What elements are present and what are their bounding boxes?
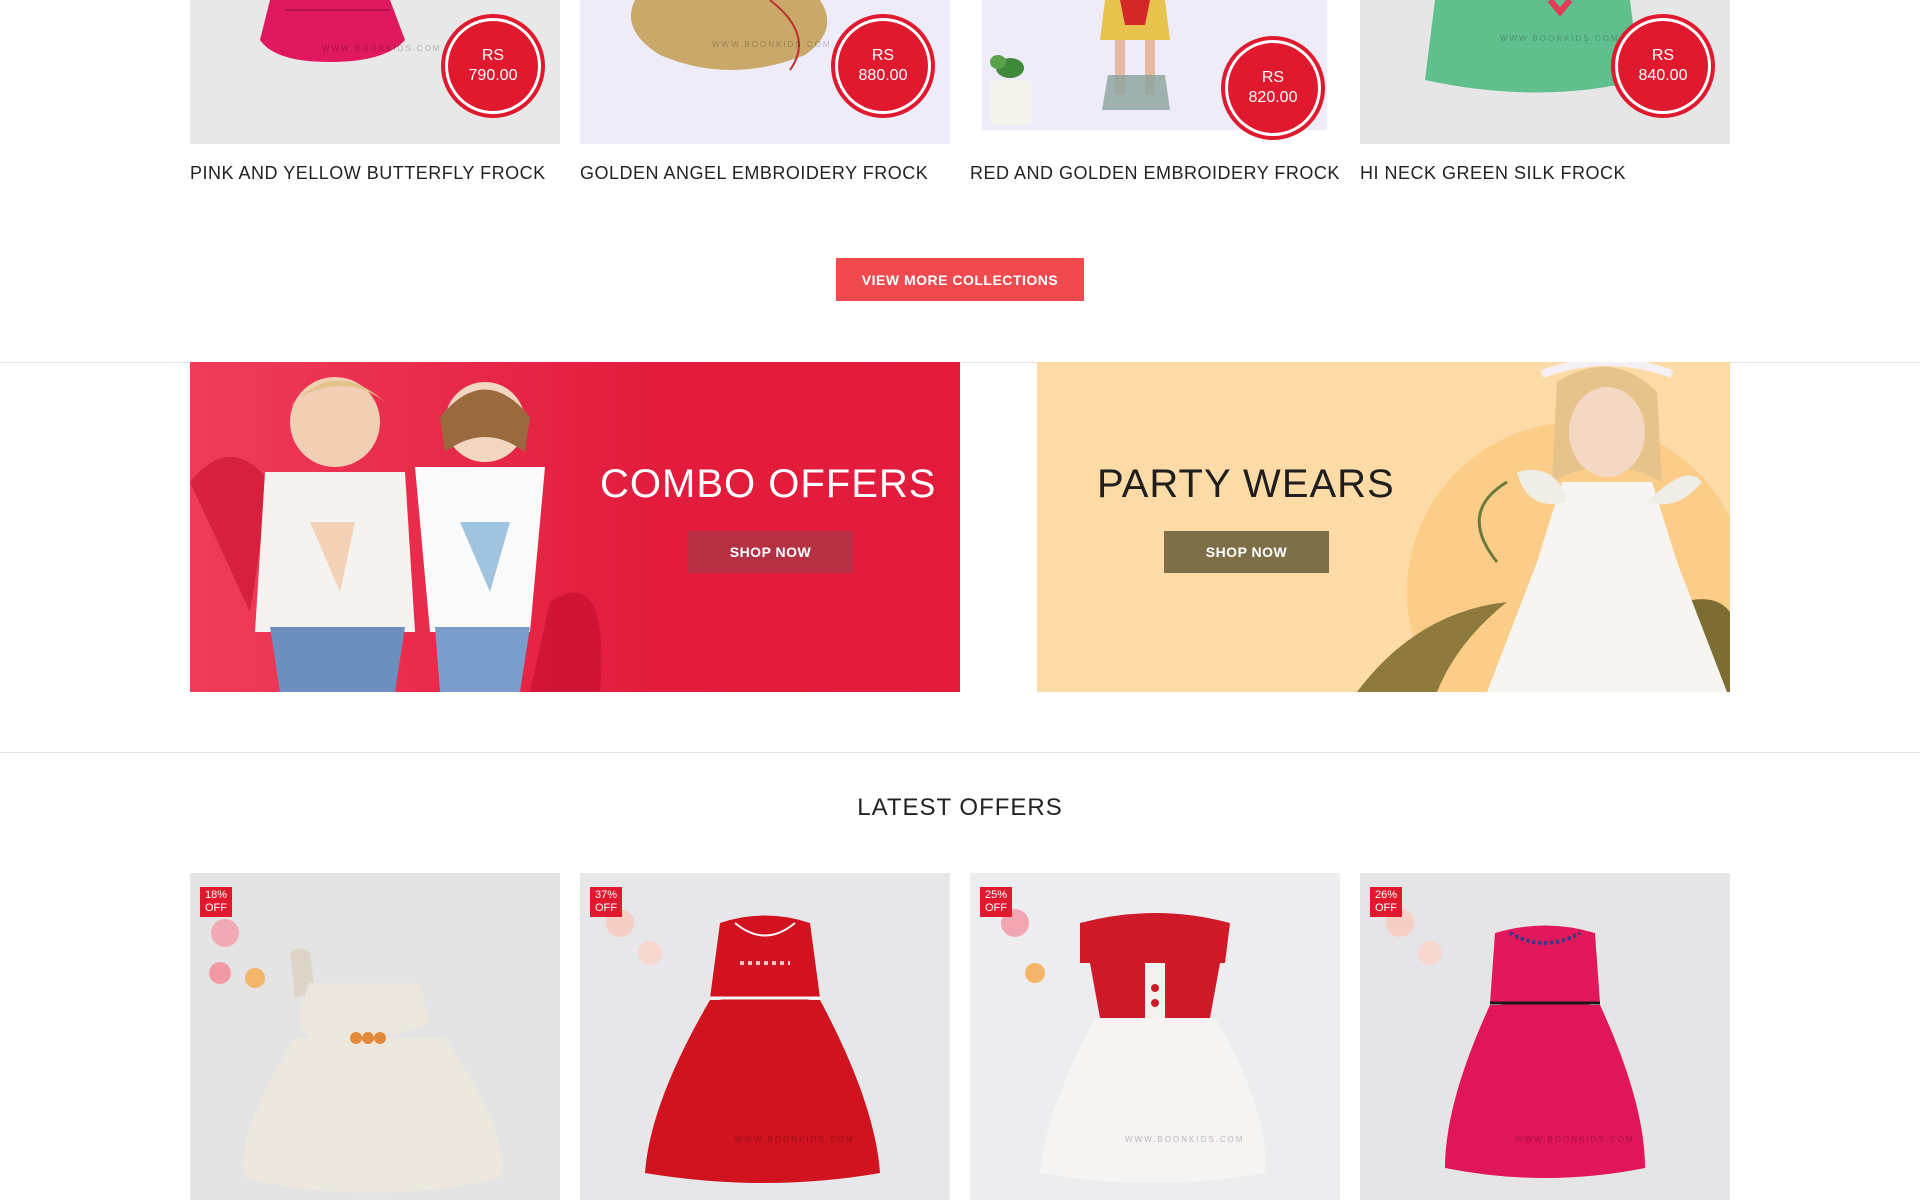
frock-image — [190, 873, 560, 1200]
product-name[interactable]: GOLDEN ANGEL EMBROIDERY FROCK — [580, 162, 950, 184]
frock-image — [1360, 873, 1730, 1200]
discount-percent: 25% — [984, 889, 1008, 901]
discount-badge: 25% OFF — [980, 887, 1012, 917]
price-badge: RS 820.00 — [1225, 40, 1321, 136]
product-image[interactable]: WWW.BOONKIDS.COM RS 880.00 — [580, 0, 950, 144]
discount-off-label: OFF — [595, 902, 617, 914]
combo-offers-title: COMBO OFFERS — [600, 462, 937, 506]
offer-card[interactable]: WWW.BOONKIDS.COM 25% OFF — [970, 873, 1340, 1200]
price-badge: RS 790.00 — [445, 18, 541, 114]
price-value: 790.00 — [468, 67, 518, 84]
watermark-text: WWW.BOONKIDS.COM — [1125, 1135, 1245, 1144]
price-currency: RS — [1651, 47, 1675, 64]
frock-image — [970, 873, 1340, 1200]
view-more-collections-button[interactable]: VIEW MORE COLLECTIONS — [836, 258, 1084, 301]
price-badge: RS 840.00 — [1615, 18, 1711, 114]
price-badge: RS 880.00 — [835, 18, 931, 114]
discount-badge: 18% OFF — [200, 887, 232, 917]
product-name[interactable]: HI NECK GREEN SILK FROCK — [1360, 162, 1730, 184]
price-currency: RS — [871, 47, 895, 64]
party-shop-now-button[interactable]: SHOP NOW — [1164, 531, 1329, 573]
product-name[interactable]: PINK AND YELLOW BUTTERFLY FROCK — [190, 162, 560, 184]
latest-offers-title: LATEST OFFERS — [857, 794, 1063, 821]
discount-off-label: OFF — [1375, 902, 1397, 914]
price-value: 880.00 — [858, 67, 908, 84]
discount-badge: 37% OFF — [590, 887, 622, 917]
party-wears-title: PARTY WEARS — [1097, 462, 1395, 506]
price-value: 820.00 — [1248, 89, 1298, 106]
price-currency: RS — [481, 47, 505, 64]
discount-off-label: OFF — [205, 902, 227, 914]
watermark-text: WWW.BOONKIDS.COM — [322, 44, 442, 53]
product-image[interactable]: WWW.BOONKIDS.COM RS 790.00 — [190, 0, 560, 144]
combo-shop-now-button[interactable]: SHOP NOW — [688, 531, 853, 573]
offer-card[interactable]: WWW.BOONKIDS.COM 26% OFF — [1360, 873, 1730, 1200]
discount-badge: 26% OFF — [1370, 887, 1402, 917]
offer-card[interactable]: WWW.BOONKIDS.COM 37% OFF — [580, 873, 950, 1200]
watermark-text: WWW.BOONKIDS.COM — [735, 1135, 855, 1144]
watermark-text: WWW.BOONKIDS.COM — [712, 40, 832, 49]
discount-percent: 18% — [204, 889, 228, 901]
product-image[interactable]: RS 820.00 — [970, 0, 1340, 144]
discount-percent: 26% — [1374, 889, 1398, 901]
watermark-text: WWW.BOONKIDS.COM — [1500, 34, 1620, 43]
party-girl-image — [1357, 362, 1730, 692]
combo-offers-banner[interactable]: COMBO OFFERS SHOP NOW — [190, 362, 960, 692]
frock-image — [580, 873, 950, 1200]
combo-kids-image — [190, 377, 602, 692]
watermark-text: WWW.BOONKIDS.COM — [1515, 1135, 1635, 1144]
discount-percent: 37% — [594, 889, 618, 901]
discount-off-label: OFF — [985, 902, 1007, 914]
offer-card[interactable]: 18% OFF — [190, 873, 560, 1200]
price-value: 840.00 — [1638, 67, 1688, 84]
product-image[interactable]: WWW.BOONKIDS.COM RS 840.00 — [1360, 0, 1730, 144]
section-divider — [0, 752, 1920, 753]
product-name[interactable]: RED AND GOLDEN EMBROIDERY FROCK — [970, 162, 1340, 184]
price-currency: RS — [1261, 69, 1285, 86]
party-wears-banner[interactable]: PARTY WEARS SHOP NOW — [1037, 362, 1730, 692]
